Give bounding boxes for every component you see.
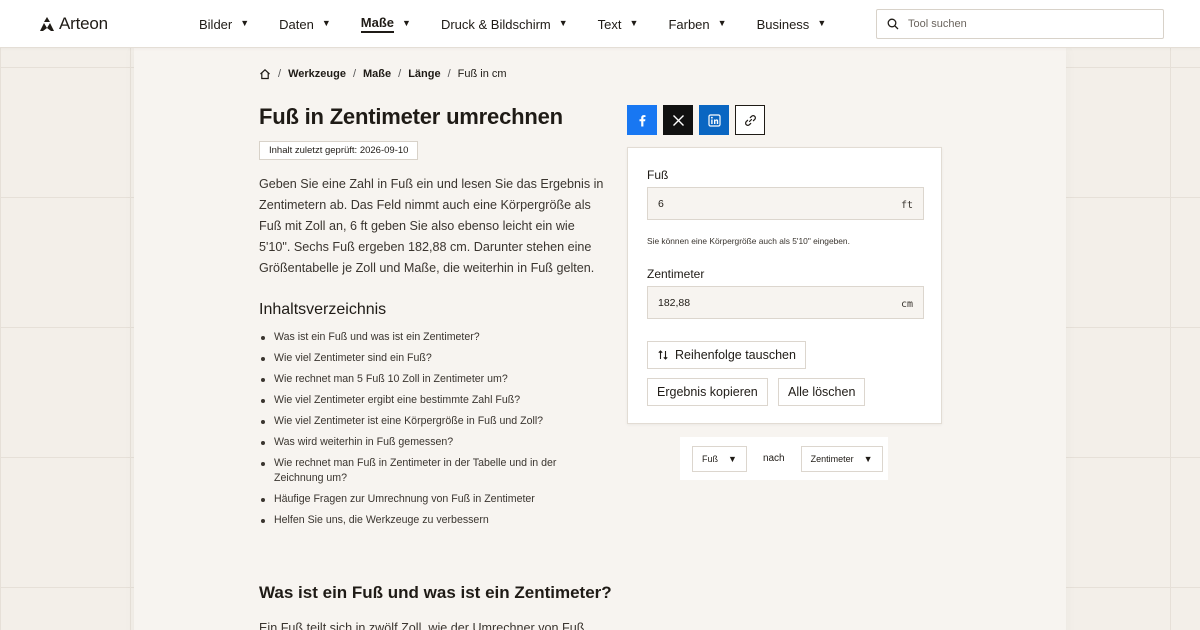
site-header: Arteon Bilder ▼ Daten ▼ Maße ▼ Druck & B…: [0, 0, 1200, 48]
clear-all-button[interactable]: Alle löschen: [778, 378, 866, 406]
caret-down-icon: ▼: [558, 18, 568, 28]
to-unit-select-value: Zentimeter: [810, 453, 854, 464]
nav-label: Text: [597, 16, 622, 32]
centimeter-input[interactable]: [658, 296, 858, 309]
breadcrumb-separator: /: [278, 68, 282, 80]
nav-label: Bilder: [199, 16, 233, 32]
brand-name: Arteon: [59, 14, 108, 33]
nav-label: Druck & Bildschirm: [440, 16, 551, 32]
swap-icon: [658, 350, 668, 360]
to-unit-select[interactable]: Zentimeter ▼: [800, 445, 883, 472]
from-unit-select[interactable]: Fuß ▼: [692, 445, 747, 472]
caret-down-icon: ▼: [629, 18, 639, 28]
home-icon[interactable]: [259, 68, 271, 80]
nav-label: Daten: [279, 16, 314, 32]
toc-item[interactable]: Wie rechnet man 5 Fuß 10 Zoll in Zentime…: [259, 372, 589, 387]
intro-paragraph: Geben Sie eine Zahl in Fuß ein und lesen…: [259, 177, 604, 275]
unit-separator: nach: [762, 453, 785, 464]
from-unit: ft: [900, 200, 913, 211]
nav-label: Business: [756, 16, 810, 32]
swap-label: Reihenfolge tauschen: [675, 348, 796, 362]
from-unit-select-value: Fuß: [702, 453, 719, 464]
share-facebook-button[interactable]: [627, 105, 657, 135]
copy-link-button[interactable]: [735, 105, 765, 135]
breadcrumb-separator: /: [352, 68, 356, 80]
search-icon: [887, 18, 899, 30]
breadcrumb-separator: /: [398, 68, 402, 80]
table-of-contents: Was ist ein Fuß und was ist ein Zentimet…: [259, 330, 589, 534]
breadcrumb: / Werkzeuge / Maße / Länge / Fuß in cm: [259, 68, 507, 80]
linkedin-icon: [707, 113, 721, 127]
to-unit: cm: [900, 299, 913, 310]
breadcrumb-laenge[interactable]: Länge: [408, 68, 440, 80]
toc-item[interactable]: Wie viel Zentimeter ergibt eine bestimmt…: [259, 393, 589, 408]
nav-item-farben[interactable]: Farben ▼: [668, 0, 726, 48]
to-label: Zentimeter: [647, 267, 705, 281]
logo-icon: [40, 17, 54, 31]
search-input[interactable]: [908, 18, 1148, 30]
unit-selector: Fuß ▼ nach Zentimeter ▼: [680, 437, 888, 480]
caret-down-icon: ▼: [728, 453, 737, 464]
section-heading: Was ist ein Fuß und was ist ein Zentimet…: [259, 583, 612, 602]
toc-item[interactable]: Helfen Sie uns, die Werkzeuge zu verbess…: [259, 513, 589, 528]
input-hint: Sie können eine Körpergröße auch als 5'1…: [647, 236, 850, 246]
feet-input[interactable]: [658, 197, 858, 210]
main-nav: Bilder ▼ Daten ▼ Maße ▼ Druck & Bildschi…: [199, 0, 856, 48]
nav-item-druck-bildschirm[interactable]: Druck & Bildschirm ▼: [441, 0, 568, 48]
logo[interactable]: Arteon: [39, 14, 108, 34]
nav-item-masse[interactable]: Maße ▼: [360, 0, 411, 48]
caret-down-icon: ▼: [817, 18, 827, 28]
review-date-badge: Inhalt zuletzt geprüft: 2026-09-10: [259, 141, 419, 160]
caret-down-icon: ▼: [863, 453, 873, 464]
nav-label: Maße: [360, 15, 395, 33]
nav-item-text[interactable]: Text ▼: [598, 0, 639, 48]
nav-label: Farben: [668, 16, 710, 32]
toc-item[interactable]: Was wird weiterhin in Fuß gemessen?: [259, 435, 589, 450]
caret-down-icon: ▼: [402, 18, 411, 28]
from-label: Fuß: [647, 168, 669, 182]
facebook-icon: [639, 114, 645, 126]
nav-item-business[interactable]: Business ▼: [757, 0, 827, 48]
section-paragraph: Ein Fuß teilt sich in zwölf Zoll, wie de…: [259, 621, 585, 630]
copy-result-button[interactable]: Ergebnis kopieren: [647, 378, 768, 406]
to-field[interactable]: cm: [647, 286, 924, 319]
breadcrumb-werkzeuge[interactable]: Werkzeuge: [288, 68, 346, 80]
swap-button[interactable]: Reihenfolge tauschen: [647, 341, 806, 369]
x-icon: [672, 114, 684, 126]
nav-item-daten[interactable]: Daten ▼: [279, 0, 331, 48]
share-linkedin-button[interactable]: [699, 105, 729, 135]
from-field[interactable]: ft: [647, 187, 924, 220]
share-x-button[interactable]: [663, 105, 693, 135]
page-title: Fuß in Zentimeter umrechnen: [259, 104, 563, 129]
toc-item[interactable]: Wie viel Zentimeter ist eine Körpergröße…: [259, 414, 589, 429]
caret-down-icon: ▼: [240, 18, 250, 28]
share-bar: [627, 105, 765, 135]
link-icon: [744, 114, 756, 126]
breadcrumb-separator: /: [447, 68, 451, 80]
search-box[interactable]: [876, 9, 1164, 39]
toc-item[interactable]: Wie viel Zentimeter sind ein Fuß?: [259, 351, 589, 366]
caret-down-icon: ▼: [321, 18, 331, 28]
toc-item[interactable]: Was ist ein Fuß und was ist ein Zentimet…: [259, 330, 589, 345]
caret-down-icon: ▼: [717, 18, 727, 28]
toc-item[interactable]: Wie rechnet man Fuß in Zentimeter in der…: [259, 456, 589, 486]
toc-title: Inhaltsverzeichnis: [259, 301, 387, 318]
nav-item-bilder[interactable]: Bilder ▼: [199, 0, 249, 48]
converter-panel: Fuß ft Sie können eine Körpergröße auch …: [627, 147, 942, 424]
breadcrumb-masse[interactable]: Maße: [363, 68, 391, 80]
toc-item[interactable]: Häufige Fragen zur Umrechnung von Fuß in…: [259, 492, 589, 507]
breadcrumb-current: Fuß in cm: [457, 68, 507, 80]
